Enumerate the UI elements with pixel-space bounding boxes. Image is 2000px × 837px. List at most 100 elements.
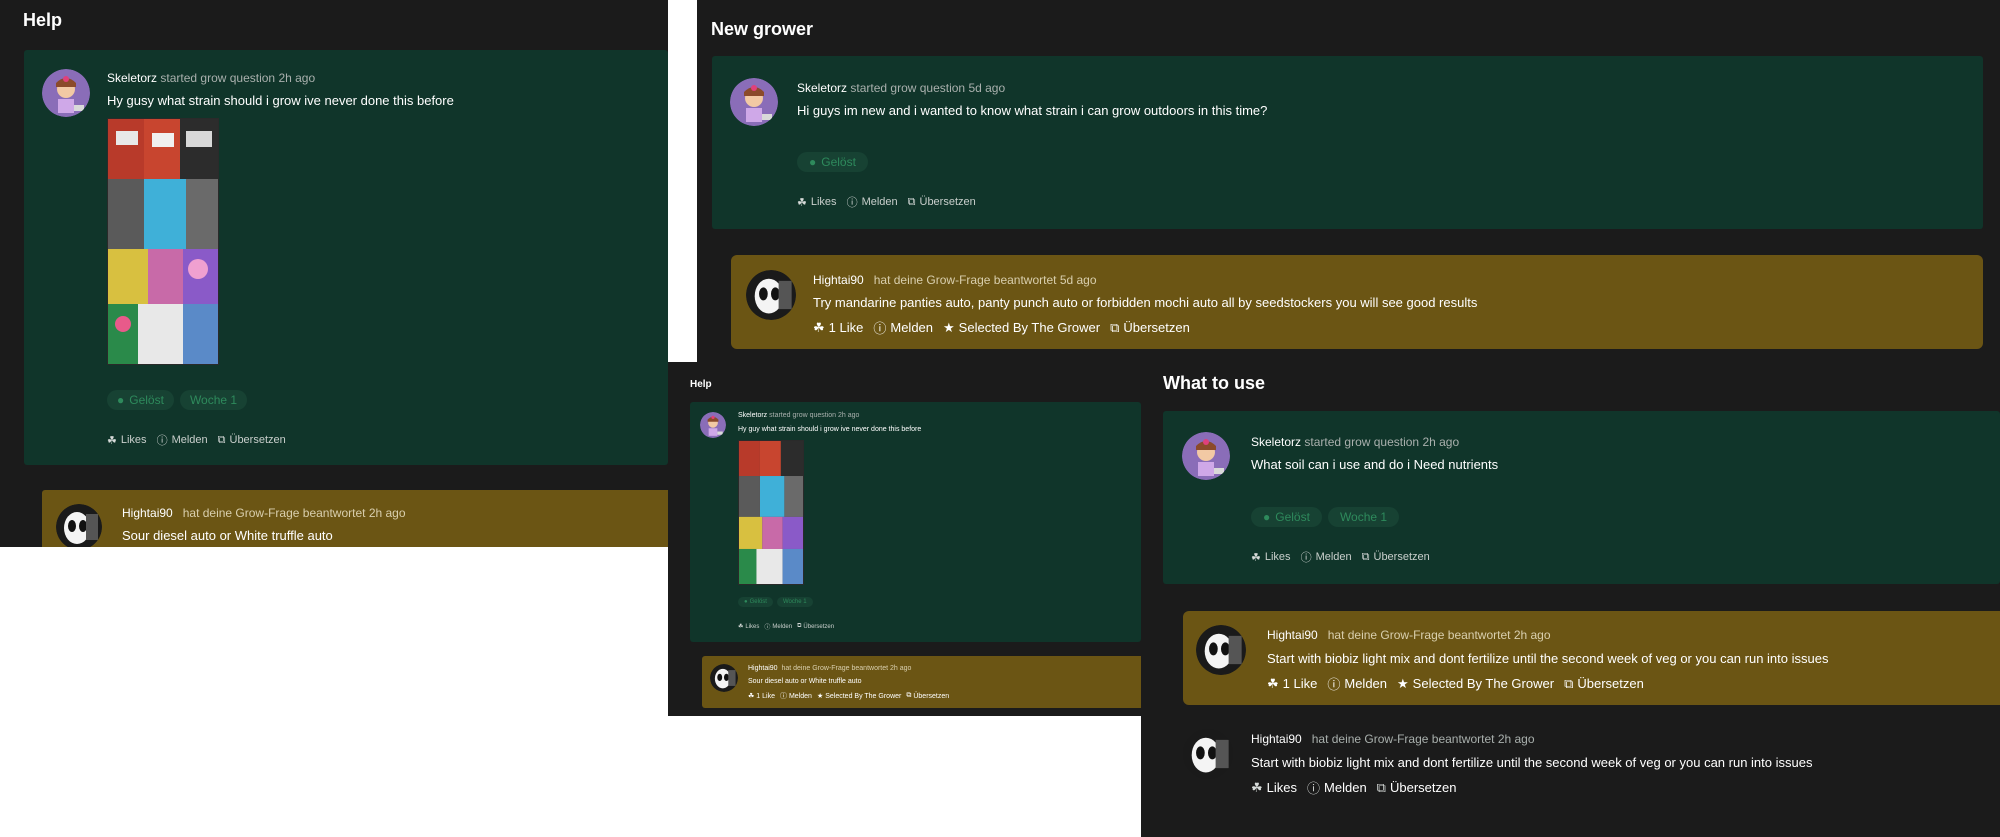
avatar-hightai90[interactable] <box>56 504 102 547</box>
avatar-skeletorz[interactable] <box>42 69 90 117</box>
report-button[interactable]: ⓘ Melden <box>1307 778 1367 797</box>
avatar-hightai90[interactable] <box>746 270 796 320</box>
panel-title: Help <box>23 10 63 30</box>
action-label: Melden <box>1344 676 1388 691</box>
question-text: Hi guys im new and i wanted to know what… <box>797 103 1268 118</box>
action-label: Übersetzen <box>913 692 950 700</box>
check-circle-icon: ● <box>809 155 817 169</box>
action-bar: ☘ Likes ⓘ Melden ⧉ Übersetzen <box>738 622 839 631</box>
action-label: Melden <box>788 692 812 700</box>
answer-meta: hat deine Grow-Frage beantwortet 2h ago <box>1327 628 1551 642</box>
question-card: Skeletorz started grow question 5d ago H… <box>712 56 1983 229</box>
report-button[interactable]: ⓘ Melden <box>764 622 792 632</box>
translate-icon: ⧉ <box>1376 779 1386 795</box>
translate-icon: ⧉ <box>1361 550 1370 563</box>
username[interactable]: Skeletorz <box>738 412 767 419</box>
question-headline: Skeletorz started grow question 5d ago <box>797 81 1005 95</box>
week-badge: Woche 1 <box>179 390 248 410</box>
username[interactable]: Skeletorz <box>107 71 157 85</box>
question-text: Hy gusy what strain should i grow ive ne… <box>107 93 454 108</box>
avatar-skeletorz[interactable] <box>730 78 778 126</box>
panel-title: New grower <box>711 19 814 39</box>
badge-row: ● Gelöst <box>797 152 874 172</box>
action-bar: ☘ Likes ⓘ Melden ⧉ Übersetzen <box>1251 778 1466 797</box>
action-label: Selected By The Grower <box>1412 676 1555 691</box>
answer-card: Hightai90 hat deine Grow-Frage beantwort… <box>42 490 668 547</box>
action-bar: ☘ 1 Like ⓘ Melden ★ Selected By The Grower … <box>1267 674 1654 693</box>
likes-button[interactable]: ☘ Likes <box>738 623 760 631</box>
star-icon: ★ <box>816 693 824 700</box>
badge-label: Gelöst <box>749 599 767 605</box>
avatar-skeletorz[interactable] <box>1182 432 1230 480</box>
question-photo[interactable] <box>107 118 219 365</box>
username[interactable]: Skeletorz <box>797 81 847 95</box>
likes-button[interactable]: ☘ Likes <box>1251 780 1297 796</box>
question-text: Hy guy what strain should i grow ive nev… <box>738 426 922 433</box>
likes-button[interactable]: ☘ Likes <box>1251 551 1291 564</box>
translate-icon: ⧉ <box>1110 319 1120 335</box>
translate-button[interactable]: ⧉ Übersetzen <box>1362 551 1430 564</box>
translate-button[interactable]: ⧉ Übersetzen <box>906 692 949 700</box>
likes-button[interactable]: ☘ Likes <box>797 196 837 209</box>
action-label: Likes <box>745 623 760 630</box>
leaf-icon: ☘ <box>797 196 807 209</box>
info-icon: ⓘ <box>764 625 771 631</box>
badge-label: Gelöst <box>1275 510 1310 524</box>
solved-badge: ● Gelöst <box>738 597 773 607</box>
translate-icon: ⧉ <box>1564 675 1574 691</box>
check-circle-icon: ● <box>1263 510 1271 524</box>
translate-button[interactable]: ⧉ Übersetzen <box>1110 320 1190 336</box>
avatar-hightai90[interactable] <box>1196 625 1246 675</box>
question-meta: started grow question 2h ago <box>160 71 316 85</box>
question-card: Skeletorz started grow question 2h ago H… <box>690 402 1141 642</box>
report-button[interactable]: ⓘ Melden <box>780 691 812 701</box>
action-label: Übersetzen <box>229 434 286 446</box>
question-photo[interactable] <box>738 440 804 585</box>
translate-button[interactable]: ⧉ Übersetzen <box>797 623 834 630</box>
username[interactable]: Hightai90 <box>122 506 173 520</box>
leaf-icon: ☘ <box>748 693 755 700</box>
translate-button[interactable]: ⧉ Übersetzen <box>908 196 976 209</box>
report-button[interactable]: ⓘ Melden <box>157 432 208 448</box>
like-button[interactable]: ☘ 1 Like <box>748 692 775 701</box>
like-button[interactable]: ☘ 1 Like <box>813 320 863 336</box>
answer-text: Sour diesel auto or White truffle auto <box>748 678 862 685</box>
report-button[interactable]: ⓘ Melden <box>873 318 933 337</box>
action-label: Übersetzen <box>919 196 976 208</box>
username[interactable]: Hightai90 <box>748 665 778 672</box>
action-label: Selected By The Grower <box>825 692 902 700</box>
translate-button[interactable]: ⧉ Übersetzen <box>1564 676 1644 692</box>
username[interactable]: Skeletorz <box>1251 435 1301 449</box>
answer-meta: hat deine Grow-Frage beantwortet 2h ago <box>182 506 406 520</box>
leaf-icon: ☘ <box>1251 551 1261 564</box>
report-button[interactable]: ⓘ Melden <box>1327 674 1387 693</box>
week-badge: Woche 1 <box>776 597 813 607</box>
username[interactable]: Hightai90 <box>1267 628 1318 642</box>
info-icon: ⓘ <box>846 197 858 209</box>
likes-button[interactable]: ☘ Likes <box>107 434 147 447</box>
badge-label: Woche 1 <box>782 599 807 605</box>
badge-row: ● Gelöst Woche 1 <box>107 390 253 410</box>
badge-label: Gelöst <box>129 393 164 407</box>
translate-button[interactable]: ⧉ Übersetzen <box>218 434 286 447</box>
leaf-icon: ☘ <box>1267 675 1279 691</box>
answer-text: Start with biobiz light mix and dont fer… <box>1267 651 1829 666</box>
answer-card: Hightai90 hat deine Grow-Frage beantwort… <box>731 255 1983 349</box>
avatar-hightai90[interactable] <box>710 664 738 692</box>
report-button[interactable]: ⓘ Melden <box>1301 549 1352 565</box>
question-meta: started grow question 5d ago <box>850 81 1006 95</box>
report-button[interactable]: ⓘ Melden <box>847 194 898 210</box>
action-label: Übersetzen <box>1389 780 1457 795</box>
action-label: Melden <box>861 196 898 208</box>
username[interactable]: Hightai90 <box>1251 732 1302 746</box>
username[interactable]: Hightai90 <box>813 273 864 287</box>
question-headline: Skeletorz started grow question 2h ago <box>107 71 315 85</box>
leaf-icon: ☘ <box>107 434 117 447</box>
panel-new-grower: New grower Skeletorz started grow questi… <box>697 0 2000 362</box>
answer-headline: Hightai90 hat deine Grow-Frage beantwort… <box>122 506 406 520</box>
avatar-hightai90[interactable] <box>1183 729 1233 779</box>
like-button[interactable]: ☘ 1 Like <box>1267 676 1317 692</box>
avatar-skeletorz[interactable] <box>700 412 726 438</box>
action-label: Likes <box>1266 780 1298 795</box>
translate-button[interactable]: ⧉ Übersetzen <box>1377 780 1457 796</box>
